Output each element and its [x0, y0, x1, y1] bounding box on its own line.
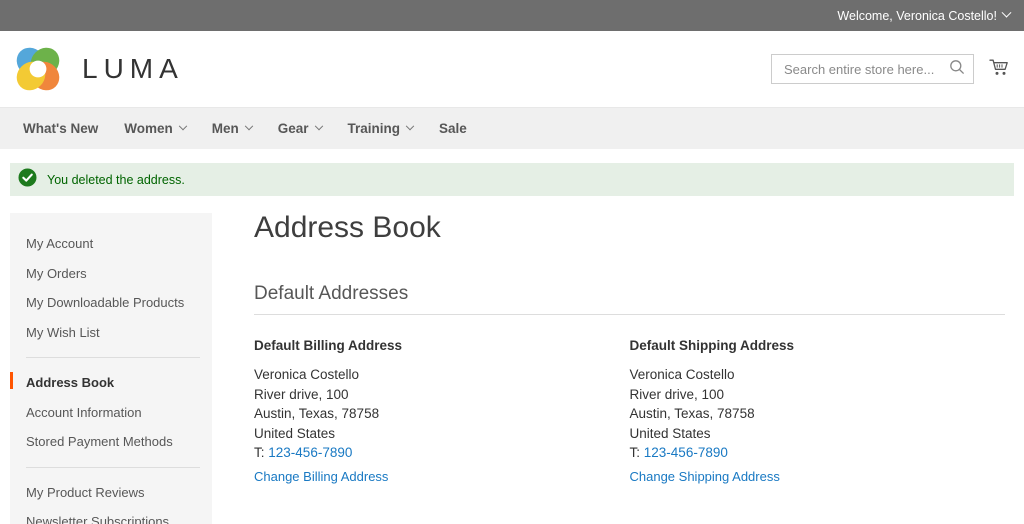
default-shipping-address-block: Default Shipping Address Veronica Costel… — [630, 338, 1006, 486]
logo-link[interactable]: LUMA — [12, 43, 184, 95]
chevron-down-icon — [178, 121, 187, 130]
shipping-address-name: Veronica Costello — [629, 367, 735, 382]
section-divider — [254, 314, 1005, 315]
success-message: You deleted the address. — [10, 163, 1014, 196]
chevron-down-icon — [244, 121, 253, 130]
sidebar-item-newsletter-subscriptions[interactable]: Newsletter Subscriptions — [10, 507, 212, 524]
account-sidebar: My Account My Orders My Downloadable Pro… — [10, 213, 212, 524]
default-addresses-title: Default Addresses — [254, 283, 409, 304]
search-box[interactable] — [771, 54, 974, 84]
sidebar-item-address-book[interactable]: Address Book — [10, 368, 212, 398]
page-body: My Account My Orders My Downloadable Pro… — [0, 196, 1024, 524]
sidebar-divider — [26, 357, 200, 359]
message-region: You deleted the address. — [0, 149, 1024, 196]
nav-label: Women — [124, 121, 173, 136]
shipping-address-phone-row: T: 123-456-7890 — [630, 443, 1006, 463]
success-message-text: You deleted the address. — [47, 172, 185, 187]
welcome-label: Welcome, Veronica Costello! — [837, 8, 997, 23]
nav-item-training[interactable]: Training — [335, 108, 427, 150]
shopping-cart-icon[interactable] — [988, 56, 1010, 83]
chevron-down-icon — [314, 121, 323, 130]
site-header: LUMA — [0, 31, 1024, 107]
sidebar-item-my-account[interactable]: My Account — [10, 229, 212, 259]
default-addresses: Default Billing Address Veronica Costell… — [254, 338, 1005, 486]
sidebar-item-stored-payment-methods[interactable]: Stored Payment Methods — [10, 427, 212, 457]
nav-item-whats-new[interactable]: What's New — [10, 108, 111, 150]
welcome-menu[interactable]: Welcome, Veronica Costello! — [837, 7, 1012, 23]
search-icon[interactable] — [949, 59, 965, 80]
nav-item-sale[interactable]: Sale — [426, 108, 480, 150]
chevron-down-icon — [1001, 7, 1012, 18]
nav-item-women[interactable]: Women — [111, 108, 199, 150]
nav-label: Men — [211, 121, 239, 136]
billing-address-name: Veronica Costello — [254, 367, 360, 382]
success-check-icon — [18, 168, 37, 192]
shipping-phone-label: T: — [629, 445, 641, 460]
top-panel: Welcome, Veronica Costello! — [0, 0, 1024, 31]
chevron-down-icon — [405, 121, 415, 130]
nav-item-men[interactable]: Men — [199, 108, 265, 150]
nav-label: Training — [347, 121, 401, 136]
nav-label: Gear — [277, 121, 309, 136]
sidebar-divider — [26, 466, 200, 468]
nav-label: Sale — [439, 121, 467, 136]
change-shipping-address-link[interactable]: Change Shipping Address — [630, 469, 780, 484]
billing-phone-label: T: — [254, 445, 265, 460]
shipping-address-city-state-zip: Austin, Texas, 78758 — [629, 406, 755, 421]
shipping-address-country: United States — [629, 425, 711, 441]
shipping-phone-link[interactable]: 123-456-7890 — [644, 445, 728, 460]
sidebar-item-my-wish-list[interactable]: My Wish List — [10, 318, 212, 348]
logo-text: LUMA — [82, 53, 184, 84]
billing-address-country: United States — [254, 425, 336, 441]
sidebar-item-my-downloadable-products[interactable]: My Downloadable Products — [10, 288, 212, 318]
billing-address-phone-row: T: 123-456-7890 — [254, 443, 630, 463]
main-content: Address Book Default Addresses Default B… — [212, 213, 1014, 524]
billing-address-street: River drive, 100 — [254, 386, 349, 402]
sidebar-item-my-product-reviews[interactable]: My Product Reviews — [10, 478, 212, 508]
page-title: Address Book — [254, 211, 441, 244]
billing-address-city-state-zip: Austin, Texas, 78758 — [254, 406, 380, 421]
shipping-address-heading: Default Shipping Address — [629, 338, 795, 353]
main-nav: What's New Women Men Gear Training Sale — [0, 107, 1024, 149]
sidebar-item-my-orders[interactable]: My Orders — [10, 259, 212, 289]
search-input[interactable] — [782, 60, 949, 78]
nav-label: What's New — [23, 121, 99, 136]
default-billing-address-block: Default Billing Address Veronica Costell… — [254, 338, 630, 486]
sidebar-item-account-information[interactable]: Account Information — [10, 398, 212, 428]
shipping-address-street: River drive, 100 — [629, 386, 725, 402]
change-billing-address-link[interactable]: Change Billing Address — [254, 469, 388, 484]
nav-item-gear[interactable]: Gear — [265, 108, 335, 150]
billing-phone-link[interactable]: 123-456-7890 — [268, 445, 352, 460]
luma-logo-icon — [12, 43, 64, 95]
billing-address-heading: Default Billing Address — [254, 338, 403, 353]
header-right — [771, 54, 1010, 84]
